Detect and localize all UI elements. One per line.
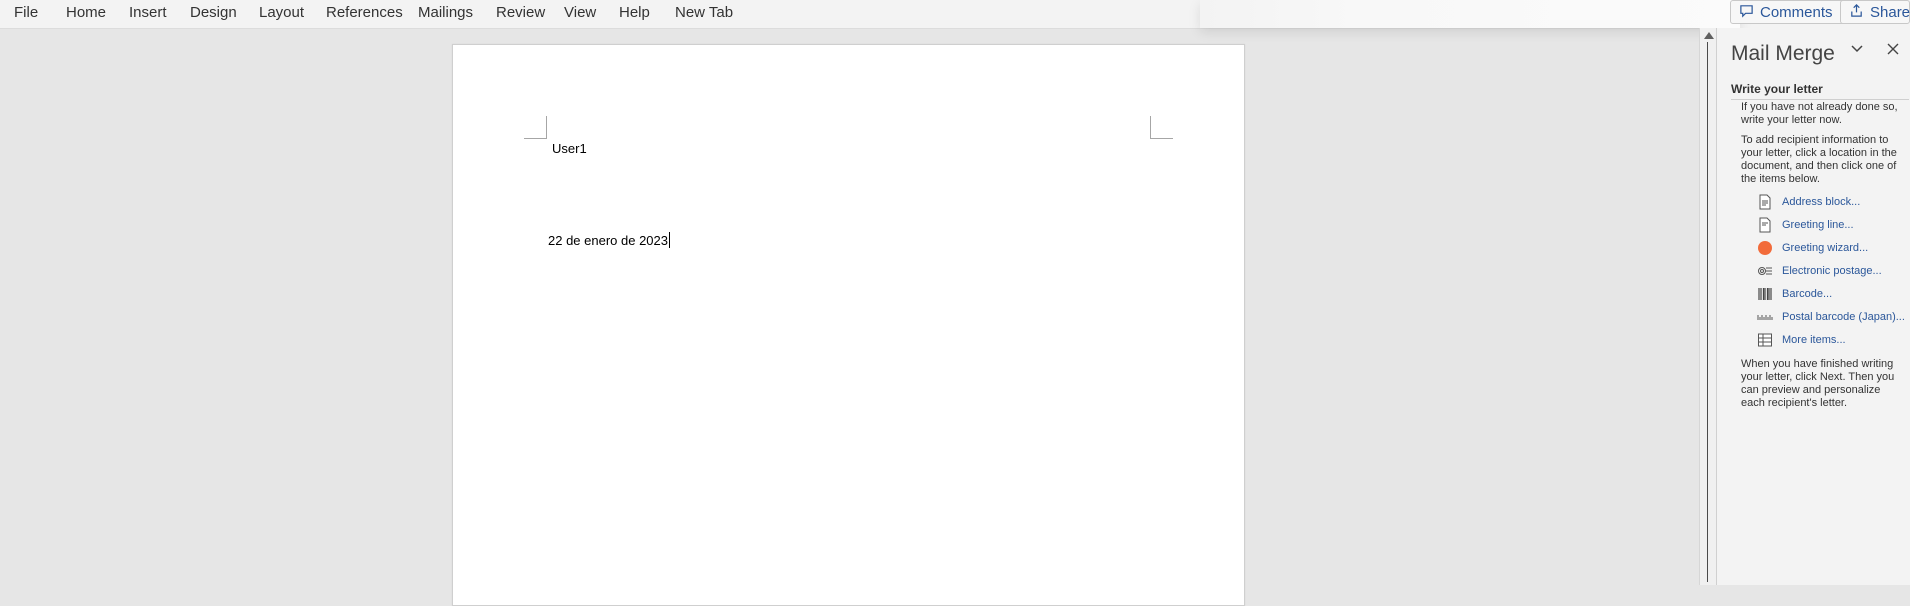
doc-date-line[interactable]: 22 de enero de 2023 xyxy=(548,232,670,248)
barcode-icon xyxy=(1757,286,1773,302)
address-block-label: Address block... xyxy=(1782,196,1861,208)
text-cursor xyxy=(669,232,670,248)
electronic-postage-label: Electronic postage... xyxy=(1782,265,1882,277)
vertical-scrollbar[interactable] xyxy=(1699,28,1717,585)
electronic-postage-icon xyxy=(1757,263,1773,279)
share-icon xyxy=(1849,3,1864,22)
section-heading: Write your letter xyxy=(1731,82,1909,100)
barcode-label: Barcode... xyxy=(1782,288,1833,300)
postal-barcode-icon xyxy=(1757,309,1773,325)
intro-text: If you have not already done so, write y… xyxy=(1741,101,1898,126)
greeting-line-link[interactable]: Greeting line... xyxy=(1757,216,1854,234)
more-items-label: More items... xyxy=(1782,334,1846,346)
greeting-wizard-label: Greeting wizard... xyxy=(1782,242,1869,254)
comments-label: Comments xyxy=(1760,3,1833,21)
postal-barcode-label: Postal barcode (Japan)... xyxy=(1782,311,1905,323)
footer-text: When you have finished writing your lett… xyxy=(1741,358,1895,409)
instructions-text: To add recipient information to your let… xyxy=(1741,134,1897,185)
doc-date-text[interactable]: 22 de enero de 2023 xyxy=(548,233,668,248)
ribbon-shadow xyxy=(1200,0,1740,28)
tab-mailings[interactable]: Mailings xyxy=(418,4,473,21)
pane-options-chevron-icon[interactable] xyxy=(1850,42,1864,56)
greeting-line-icon xyxy=(1757,217,1773,233)
greeting-wizard-link[interactable]: Greeting wizard... xyxy=(1757,239,1868,257)
scroll-up-arrow-icon[interactable] xyxy=(1704,32,1714,39)
postal-barcode-link[interactable]: Postal barcode (Japan)... xyxy=(1757,308,1905,326)
barcode-link[interactable]: Barcode... xyxy=(1757,285,1832,303)
mail-merge-pane: Mail Merge Write your letter If you have… xyxy=(1716,28,1910,585)
electronic-postage-link[interactable]: Electronic postage... xyxy=(1757,262,1882,280)
more-items-icon xyxy=(1757,332,1773,348)
margin-corner-top-right xyxy=(1150,116,1173,139)
tab-review[interactable]: Review xyxy=(496,4,545,21)
comment-icon xyxy=(1739,3,1754,22)
more-items-link[interactable]: More items... xyxy=(1757,331,1846,349)
document-page[interactable]: User1 22 de enero de 2023 xyxy=(452,44,1245,606)
tab-new-tab[interactable]: New Tab xyxy=(675,4,733,21)
tab-layout[interactable]: Layout xyxy=(259,4,304,21)
ribbon-tab-bar: File Home Insert Design Layout Reference… xyxy=(0,0,1910,29)
address-block-link[interactable]: Address block... xyxy=(1757,193,1860,211)
address-block-icon xyxy=(1757,194,1773,210)
tab-design[interactable]: Design xyxy=(190,4,237,21)
share-button[interactable]: Share xyxy=(1840,0,1910,24)
scroll-thumb[interactable] xyxy=(1707,42,1708,582)
pane-close-icon[interactable] xyxy=(1886,42,1900,56)
tab-references[interactable]: References xyxy=(326,4,403,21)
doc-name-line[interactable]: User1 xyxy=(552,141,587,156)
comments-button[interactable]: Comments xyxy=(1730,0,1848,24)
tab-view[interactable]: View xyxy=(564,4,596,21)
pane-title: Mail Merge xyxy=(1731,42,1835,65)
tab-help[interactable]: Help xyxy=(619,4,650,21)
greeting-wizard-icon xyxy=(1757,240,1773,256)
margin-corner-top-left xyxy=(524,116,547,139)
tab-file[interactable]: File xyxy=(14,4,38,21)
greeting-line-label: Greeting line... xyxy=(1782,219,1854,231)
tab-insert[interactable]: Insert xyxy=(129,4,167,21)
share-label: Share xyxy=(1870,3,1910,21)
tab-home[interactable]: Home xyxy=(66,4,106,21)
